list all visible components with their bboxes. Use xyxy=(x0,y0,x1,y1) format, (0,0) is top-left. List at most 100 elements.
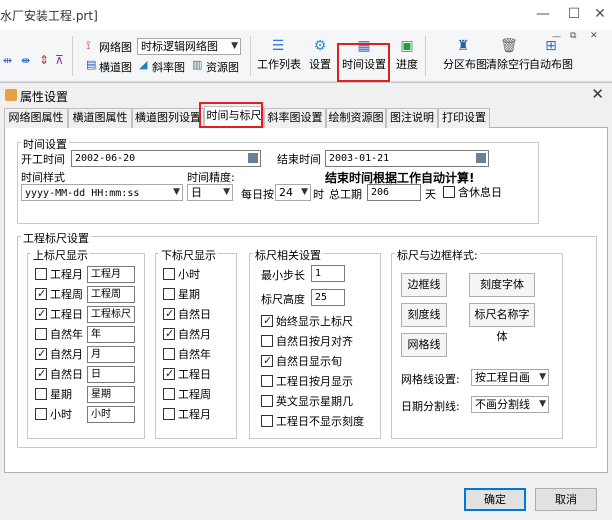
min-step-label: 最小步长 xyxy=(261,269,305,282)
clear-empty-rows-button[interactable]: 🗑 清除空行 xyxy=(486,38,530,72)
tab-network-properties[interactable]: 网络图属性 xyxy=(4,108,68,128)
upper-ruler-checkbox[interactable]: 自然月 xyxy=(35,347,83,362)
network-type-combo[interactable]: 时标逻辑网络图 ▼ xyxy=(137,38,241,55)
lower-ruler-checkbox[interactable]: 工程周 xyxy=(163,388,211,402)
min-step-input[interactable]: 1 xyxy=(311,265,345,282)
checkbox-box xyxy=(163,408,175,420)
partition-icon: ♜ xyxy=(456,38,470,54)
horizontal-label[interactable]: 横道图 xyxy=(99,59,132,75)
upper-ruler-checkbox[interactable]: 工程周 xyxy=(35,287,83,302)
filter-icon[interactable]: ⊼ xyxy=(55,53,64,67)
upper-ruler-name-input[interactable]: 日 xyxy=(87,366,135,383)
chevron-down-icon: ▼ xyxy=(539,399,546,409)
progress-icon: ▣ xyxy=(400,38,414,54)
checkbox-box xyxy=(261,415,273,427)
upper-ruler-checkbox[interactable]: 自然年 xyxy=(35,328,83,342)
tab-legend-notes[interactable]: 图注说明 xyxy=(386,108,438,128)
highlight-box-time-ruler-tab xyxy=(199,102,263,128)
minimize-icon[interactable]: — xyxy=(528,4,558,24)
ok-button[interactable]: 确定 xyxy=(464,488,526,511)
chevron-down-icon: ▼ xyxy=(539,372,546,382)
scale-font-button[interactable]: 刻度字体 xyxy=(469,273,535,297)
collapse-arrows-icon[interactable]: ⇼ xyxy=(21,54,30,67)
date-divider-select[interactable]: 不画分割线 ▼ xyxy=(471,396,549,413)
ruler-option-checkbox[interactable]: 工程日不显示刻度 xyxy=(261,415,364,429)
include-rest-checkbox[interactable]: 含休息日 xyxy=(443,186,502,200)
time-precision-select[interactable]: 日 ▼ xyxy=(187,184,233,201)
tab-slope-settings[interactable]: 斜率图设置 xyxy=(264,108,326,128)
day-unit-label: 天 xyxy=(425,188,436,201)
lower-ruler-title: 下标尺显示 xyxy=(159,247,218,263)
scale-line-button[interactable]: 刻度线 xyxy=(401,303,447,327)
end-time-label-text: 结束时间 xyxy=(277,153,321,166)
time-format-select[interactable]: yyyy-MM-dd HH:mm:ss ▼ xyxy=(21,184,183,201)
upper-ruler-name-input[interactable]: 年 xyxy=(87,326,135,343)
lower-ruler-checkbox[interactable]: 星期 xyxy=(163,288,200,302)
checkbox-box xyxy=(443,186,455,198)
progress-button[interactable]: ▣ 进度 xyxy=(394,38,420,72)
worklist-button[interactable]: ☰ 工作列表 xyxy=(257,38,301,72)
close-window-icon[interactable]: ✕ xyxy=(585,4,612,24)
settings-button[interactable]: ⚙ 设置 xyxy=(306,38,334,72)
time-precision-label: 时间精度: xyxy=(187,171,235,184)
daily-hours-select[interactable]: 24 ▼ xyxy=(275,184,311,201)
start-time-label: 开工时间 xyxy=(21,153,65,166)
checkbox-box xyxy=(35,328,47,340)
network-chart-icon: ⟟ xyxy=(86,38,91,52)
upper-ruler-checkbox[interactable]: 自然日 xyxy=(35,367,83,382)
upper-ruler-name-input[interactable]: 小时 xyxy=(87,406,135,423)
tab-gantt-columns[interactable]: 横道图列设置 xyxy=(132,108,204,128)
ruler-height-input[interactable]: 25 xyxy=(311,289,345,306)
tab-draw-resource[interactable]: 绘制资源图 xyxy=(326,108,386,128)
calendar-dropdown-icon[interactable] xyxy=(476,153,486,163)
mdi-close-icon[interactable]: ✕ xyxy=(590,31,598,41)
cancel-button[interactable]: 取消 xyxy=(535,488,597,511)
time-settings-title: 时间设置 xyxy=(21,136,69,152)
upper-ruler-name-input[interactable]: 月 xyxy=(87,346,135,363)
expand-arrows-icon[interactable]: ⇹ xyxy=(3,54,12,67)
checkbox-box xyxy=(163,367,175,380)
upper-ruler-name-input[interactable]: 工程周 xyxy=(87,286,135,303)
tab-gantt-properties[interactable]: 横道图属性 xyxy=(68,108,132,128)
grid-setting-select[interactable]: 按工程日画 ▼ xyxy=(471,369,549,386)
chevron-down-icon: ▼ xyxy=(301,187,308,197)
network-label[interactable]: 网络图 xyxy=(99,39,132,55)
lower-ruler-checkbox[interactable]: 自然年 xyxy=(163,348,211,362)
total-duration-input[interactable]: 206 xyxy=(367,184,421,201)
start-time-picker[interactable]: 2002-06-20 xyxy=(71,150,261,167)
auto-layout-button[interactable]: ⊞ 自动布图 xyxy=(528,38,574,72)
partition-layout-button[interactable]: ♜ 分区布图 xyxy=(443,38,487,72)
upper-ruler-name-input[interactable]: 工程标尺 xyxy=(87,306,135,323)
ruler-option-checkbox[interactable]: 工程日按月显示 xyxy=(261,375,353,389)
close-icon[interactable]: ✕ xyxy=(591,85,604,103)
upper-ruler-checkbox[interactable]: 小时 xyxy=(35,408,72,422)
oblique-label[interactable]: 斜率图 xyxy=(152,59,185,75)
ruler-option-checkbox[interactable]: 自然日显示旬 xyxy=(261,354,342,369)
border-line-button[interactable]: 边框线 xyxy=(401,273,447,297)
ruler-option-checkbox[interactable]: 始终显示上标尺 xyxy=(261,314,353,329)
ruler-name-font-button[interactable]: 标尺名称字体 xyxy=(469,303,535,343)
ruler-settings-title: 工程标尺设置 xyxy=(21,230,91,246)
lower-ruler-checkbox[interactable]: 工程日 xyxy=(163,367,211,382)
upper-ruler-checkbox[interactable]: 工程日 xyxy=(35,307,83,322)
resource-label[interactable]: 资源图 xyxy=(206,59,239,75)
ruler-option-checkbox[interactable]: 自然日按月对齐 xyxy=(261,335,353,349)
sort-icon[interactable]: ⇕ xyxy=(39,53,49,67)
network-type-value: 时标逻辑网络图 xyxy=(141,40,218,53)
tab-strip: 网络图属性 横道图属性 横道图列设置 时间与标尺 斜率图设置 绘制资源图 图注说… xyxy=(4,106,608,128)
tab-print-settings[interactable]: 打印设置 xyxy=(438,108,490,128)
lower-ruler-checkbox[interactable]: 自然日 xyxy=(163,307,211,322)
end-time-picker[interactable]: 2003-01-21 xyxy=(325,150,489,167)
grid-line-button[interactable]: 网格线 xyxy=(401,333,447,357)
upper-ruler-checkbox[interactable]: 工程月 xyxy=(35,268,83,282)
upper-ruler-name-input[interactable]: 工程月 xyxy=(87,266,135,283)
lower-ruler-checkbox[interactable]: 自然月 xyxy=(163,327,211,342)
calendar-dropdown-icon[interactable] xyxy=(248,153,258,163)
chevron-down-icon: ▼ xyxy=(231,41,238,51)
upper-ruler-name-input[interactable]: 星期 xyxy=(87,386,135,403)
upper-ruler-checkbox[interactable]: 星期 xyxy=(35,388,72,402)
chevron-down-icon: ▼ xyxy=(173,187,180,197)
ruler-option-checkbox[interactable]: 英文显示星期几 xyxy=(261,395,353,409)
lower-ruler-checkbox[interactable]: 工程月 xyxy=(163,408,211,422)
lower-ruler-checkbox[interactable]: 小时 xyxy=(163,268,200,282)
